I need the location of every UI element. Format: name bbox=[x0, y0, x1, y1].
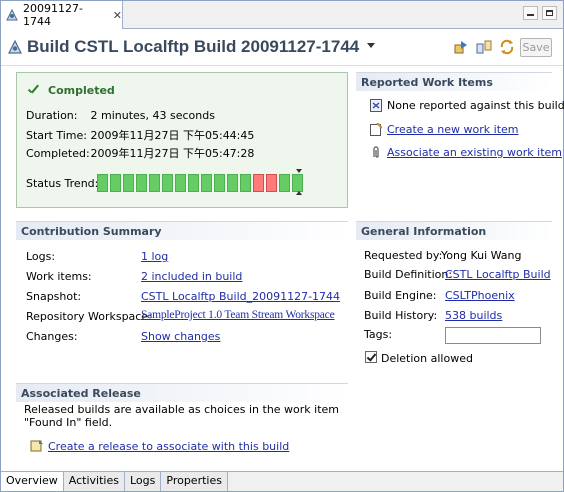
deletion-allowed-checkbox[interactable] bbox=[365, 351, 377, 363]
create-release-link[interactable]: Create a release to associate with this … bbox=[48, 440, 289, 453]
tab-overview[interactable]: Overview bbox=[1, 472, 64, 491]
trend-build-failed[interactable] bbox=[266, 174, 277, 192]
check-icon bbox=[27, 85, 40, 97]
build-engine-label: Build Engine: bbox=[364, 289, 437, 302]
editor-tab[interactable]: 20091127-1744 ✕ bbox=[1, 1, 123, 29]
build-definition-link[interactable]: CSTL Localftp Build bbox=[445, 268, 551, 281]
requested-by-label: Requested by: bbox=[364, 249, 443, 262]
build-icon bbox=[7, 39, 23, 55]
minimize-icon[interactable] bbox=[523, 6, 538, 20]
paperclip-icon bbox=[370, 146, 382, 159]
save-button[interactable]: Save bbox=[520, 38, 552, 57]
tags-label: Tags: bbox=[364, 328, 393, 341]
logs-link[interactable]: 1 log bbox=[141, 250, 168, 263]
trend-build-succeeded[interactable] bbox=[201, 174, 212, 192]
deletion-allowed-label: Deletion allowed bbox=[381, 352, 473, 365]
trend-build-succeeded[interactable] bbox=[240, 174, 251, 192]
trend-build-succeeded[interactable] bbox=[188, 174, 199, 192]
refresh-icon[interactable] bbox=[499, 39, 515, 55]
contribution-summary-header[interactable]: Contribution Summary bbox=[16, 221, 348, 240]
page-title: Build CSTL Localftp Build 20091127-1744 bbox=[27, 37, 360, 56]
trend-build-succeeded[interactable] bbox=[162, 174, 173, 192]
duration-value: 2 minutes, 43 seconds bbox=[90, 109, 215, 122]
trend-build-succeeded[interactable] bbox=[279, 174, 290, 192]
snapshot-label: Snapshot: bbox=[26, 290, 82, 303]
work-item-icon bbox=[370, 99, 382, 112]
associated-release-header[interactable]: Associated Release bbox=[16, 383, 348, 402]
build-editor: 20091127-1744 ✕ Build CSTL Localftp Buil… bbox=[0, 0, 564, 492]
editor-tab-label: 20091127-1744 bbox=[23, 2, 83, 28]
status-trend-label: Status Trend: bbox=[26, 177, 99, 190]
completed-value: 2009年11月27日 下午05:47:28 bbox=[90, 147, 255, 160]
reported-work-items-header[interactable]: Reported Work Items bbox=[356, 72, 552, 91]
status-title: Completed bbox=[48, 84, 115, 97]
trend-build-succeeded[interactable] bbox=[97, 174, 108, 192]
editor-page-tabs: Overview Activities Logs Properties bbox=[1, 471, 563, 491]
create-work-item-link[interactable]: Create a new work item bbox=[387, 123, 518, 136]
request-build-icon[interactable] bbox=[453, 39, 469, 55]
close-icon[interactable]: ✕ bbox=[113, 9, 122, 22]
build-history-link[interactable]: 538 builds bbox=[445, 309, 502, 322]
tags-input[interactable] bbox=[445, 327, 541, 344]
trend-build-succeeded[interactable] bbox=[110, 174, 121, 192]
build-icon bbox=[5, 8, 19, 22]
editor-tab-bar: 20091127-1744 ✕ bbox=[1, 1, 563, 29]
general-information-header[interactable]: General Information bbox=[356, 221, 552, 240]
requested-by-value: Yong Kui Wang bbox=[441, 249, 522, 262]
trend-build-succeeded[interactable] bbox=[136, 174, 147, 192]
new-work-item-icon bbox=[370, 122, 383, 136]
completed-label: Completed: bbox=[26, 147, 90, 160]
tab-activities[interactable]: Activities bbox=[63, 472, 125, 491]
maximize-icon[interactable] bbox=[542, 6, 557, 20]
build-status-panel: Completed Duration: 2 minutes, 43 second… bbox=[16, 72, 348, 208]
trend-build-succeeded[interactable] bbox=[123, 174, 134, 192]
duration-label: Duration: bbox=[26, 109, 78, 122]
build-history-label: Build History: bbox=[364, 309, 438, 322]
start-time-value: 2009年11月27日 下午05:44:45 bbox=[90, 129, 255, 142]
tab-properties[interactable]: Properties bbox=[161, 472, 228, 491]
snapshot-link[interactable]: CSTL Localftp Build_20091127-1744 bbox=[141, 290, 340, 303]
status-trend bbox=[97, 174, 303, 192]
chevron-down-icon[interactable] bbox=[367, 43, 375, 48]
show-changes-link[interactable]: Show changes bbox=[141, 330, 220, 343]
associated-release-description: Released builds are available as choices… bbox=[24, 403, 340, 429]
associate-work-item-link[interactable]: Associate an existing work item bbox=[387, 146, 562, 159]
trend-build-failed[interactable] bbox=[253, 174, 264, 192]
work-items-label: Work items: bbox=[26, 270, 92, 283]
start-time-label: Start Time: bbox=[26, 129, 87, 142]
trend-marker-icon bbox=[296, 169, 302, 195]
no-work-items-text: None reported against this build bbox=[387, 99, 564, 112]
logs-label: Logs: bbox=[26, 250, 56, 263]
trend-build-succeeded[interactable] bbox=[149, 174, 160, 192]
editor-header: Build CSTL Localftp Build 20091127-1744 … bbox=[1, 30, 563, 66]
repository-workspace-link[interactable]: SampleProject 1.0 Team Stream Workspace bbox=[141, 309, 335, 321]
trend-build-succeeded[interactable] bbox=[214, 174, 225, 192]
work-items-link[interactable]: 2 included in build bbox=[141, 270, 242, 283]
compare-builds-icon[interactable] bbox=[476, 39, 492, 55]
repository-workspace-label: Repository Workspace: bbox=[26, 310, 152, 323]
trend-build-succeeded[interactable] bbox=[227, 174, 238, 192]
changes-label: Changes: bbox=[26, 330, 78, 343]
tab-logs[interactable]: Logs bbox=[124, 472, 162, 491]
trend-build-succeeded[interactable] bbox=[175, 174, 186, 192]
release-icon bbox=[30, 439, 44, 453]
build-engine-link[interactable]: CSLTPhoenix bbox=[445, 289, 515, 302]
build-definition-label: Build Definition: bbox=[364, 268, 453, 281]
